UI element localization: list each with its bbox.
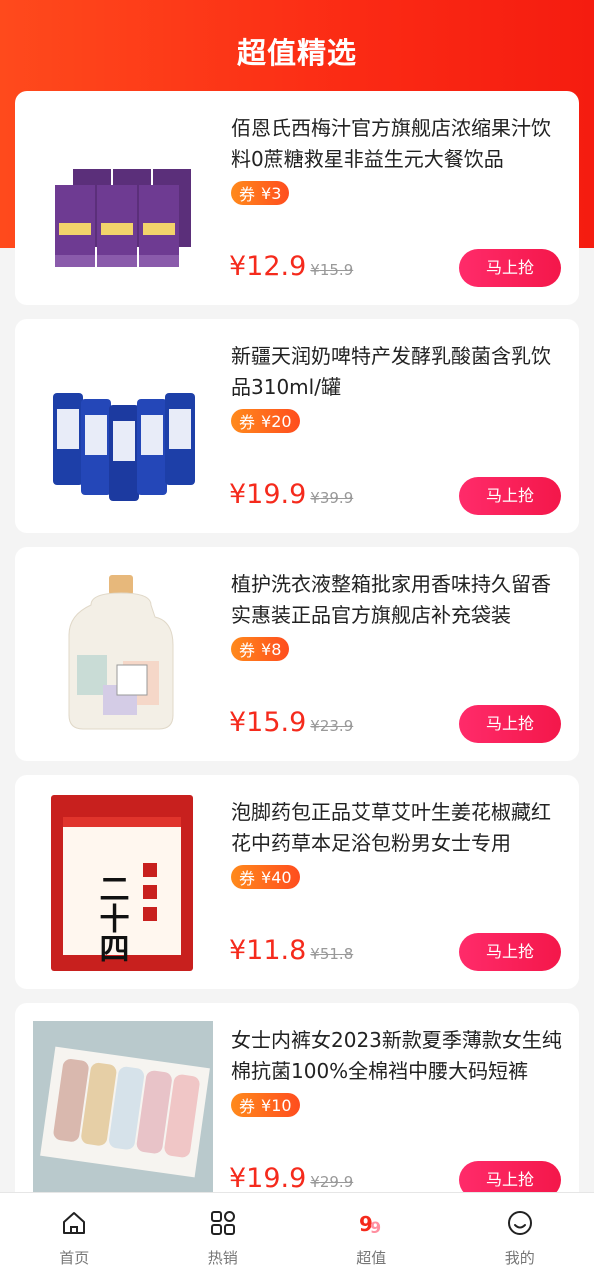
buy-now-button[interactable]: 马上抢 <box>459 249 561 287</box>
product-image-laundry-detergent[interactable] <box>33 565 213 745</box>
original-price: ¥51.8 <box>310 945 354 963</box>
tab-label: 热销 <box>207 1249 238 1267</box>
original-price: ¥15.9 <box>310 261 354 279</box>
tab-home[interactable]: 首页 <box>0 1193 149 1280</box>
home-icon <box>63 1212 86 1234</box>
product-card[interactable]: 佰恩氏西梅汁官方旗舰店浓缩果汁饮料0蔗糖救星非益生元大餐饮品 券 ¥3 ¥12.… <box>15 91 579 305</box>
coupon-badge: 券 ¥3 <box>231 181 290 205</box>
sale-price: ¥15.9 <box>229 707 307 738</box>
product-image-milk-beer[interactable] <box>33 337 213 517</box>
sale-price: ¥11.8 <box>229 935 307 966</box>
price-row: ¥15.9 ¥23.9 <box>229 707 353 743</box>
product-image-foot-bath[interactable]: 二十四 <box>33 793 213 973</box>
product-card[interactable]: 植护洗衣液整箱批家用香味持久留香实惠装正品官方旗舰店补充袋装 券 ¥8 ¥15.… <box>15 547 579 761</box>
product-image-underwear[interactable] <box>33 1021 213 1201</box>
svg-text:9: 9 <box>370 1218 381 1237</box>
original-price: ¥39.9 <box>310 489 354 507</box>
product-card[interactable]: 女士内裤女2023新款夏季薄款女生纯棉抗菌100%全棉裆中腰大码短裤 券 ¥10… <box>15 1003 579 1217</box>
sale-price: ¥19.9 <box>229 479 307 510</box>
package-text: 二十四 <box>94 873 129 963</box>
coupon-tag: 券 <box>239 413 256 432</box>
coupon-tag: 券 <box>239 1097 256 1116</box>
coupon-badge: 券 ¥20 <box>231 409 300 433</box>
tab-label: 超值 <box>356 1249 387 1267</box>
tab-mine[interactable]: 我的 <box>446 1193 594 1280</box>
coupon-tag: 券 <box>239 641 256 660</box>
grid-icon <box>210 1211 235 1235</box>
coupon-badge: 券 ¥40 <box>231 865 300 889</box>
coupon-badge: 券 ¥8 <box>231 637 290 661</box>
smile-icon <box>507 1211 532 1235</box>
coupon-value: ¥8 <box>261 639 282 659</box>
product-image-prune-juice[interactable] <box>33 109 213 289</box>
price-row: ¥19.9 ¥39.9 <box>229 479 353 515</box>
sale-price: ¥19.9 <box>229 1163 307 1194</box>
coupon-value: ¥40 <box>261 867 292 887</box>
nine-nine-icon: 9 9 <box>359 1212 381 1237</box>
product-title[interactable]: 泡脚药包正品艾草艾叶生姜花椒藏红花中药草本足浴包粉男女士专用 <box>231 797 563 859</box>
price-row: ¥12.9 ¥15.9 <box>229 251 353 287</box>
product-title[interactable]: 女士内裤女2023新款夏季薄款女生纯棉抗菌100%全棉裆中腰大码短裤 <box>231 1025 563 1087</box>
coupon-value: ¥10 <box>261 1095 292 1115</box>
tab-hot[interactable]: 热销 <box>149 1193 298 1280</box>
coupon-tag: 券 <box>239 869 256 888</box>
sale-price: ¥12.9 <box>229 251 307 282</box>
coupon-value: ¥3 <box>261 183 282 203</box>
buy-now-button[interactable]: 马上抢 <box>459 477 561 515</box>
price-row: ¥11.8 ¥51.8 <box>229 935 353 971</box>
tab-value[interactable]: 9 9 超值 <box>297 1193 446 1280</box>
coupon-value: ¥20 <box>261 411 292 431</box>
bottom-tab-bar: 首页 热销 9 9 超值 我的 <box>0 1192 594 1280</box>
tab-label: 我的 <box>504 1249 535 1267</box>
tab-label: 首页 <box>59 1249 90 1267</box>
product-list: 佰恩氏西梅汁官方旗舰店浓缩果汁饮料0蔗糖救星非益生元大餐饮品 券 ¥3 ¥12.… <box>15 91 579 1231</box>
product-title[interactable]: 新疆天润奶啤特产发酵乳酸菌含乳饮品310ml/罐 <box>231 341 563 403</box>
original-price: ¥23.9 <box>310 717 354 735</box>
coupon-tag: 券 <box>239 185 256 204</box>
coupon-badge: 券 ¥10 <box>231 1093 300 1117</box>
product-card[interactable]: 新疆天润奶啤特产发酵乳酸菌含乳饮品310ml/罐 券 ¥20 ¥19.9 ¥39… <box>15 319 579 533</box>
product-title[interactable]: 佰恩氏西梅汁官方旗舰店浓缩果汁饮料0蔗糖救星非益生元大餐饮品 <box>231 113 563 175</box>
original-price: ¥29.9 <box>310 1173 354 1191</box>
page-title: 超值精选 <box>236 36 357 70</box>
buy-now-button[interactable]: 马上抢 <box>459 933 561 971</box>
buy-now-button[interactable]: 马上抢 <box>459 705 561 743</box>
product-title[interactable]: 植护洗衣液整箱批家用香味持久留香实惠装正品官方旗舰店补充袋装 <box>231 569 563 631</box>
product-card[interactable]: 二十四 泡脚药包正品艾草艾叶生姜花椒藏红花中药草本足浴包粉男女士专用 券 ¥40… <box>15 775 579 989</box>
